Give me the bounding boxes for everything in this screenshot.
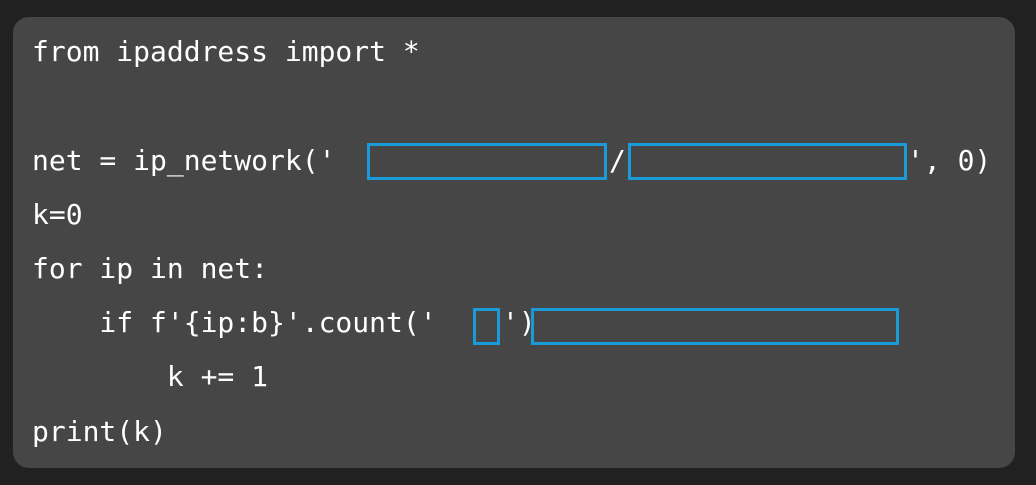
condition-blank[interactable] — [531, 308, 899, 345]
code-line-if-prefix: if f'{ip:b}'.count(' — [32, 306, 437, 339]
code-line-k-init: k=0 — [32, 198, 83, 231]
code-line-print: print(k) — [32, 415, 167, 448]
code-line-net-suffix: ', 0) — [907, 144, 992, 177]
code-line-for: for ip in net: — [32, 252, 269, 285]
count-char-blank[interactable] — [473, 308, 500, 345]
code-line-increment: k += 1 — [32, 360, 269, 393]
code-line-net-separator: / — [609, 144, 626, 177]
code-line-net-prefix: net = ip_network(' — [32, 144, 336, 177]
code-line-import: from ipaddress import * — [32, 35, 420, 68]
mask-blank[interactable] — [628, 143, 907, 180]
ip-address-blank[interactable] — [367, 143, 607, 180]
code-block: from ipaddress import * net = ip_network… — [13, 17, 1015, 468]
